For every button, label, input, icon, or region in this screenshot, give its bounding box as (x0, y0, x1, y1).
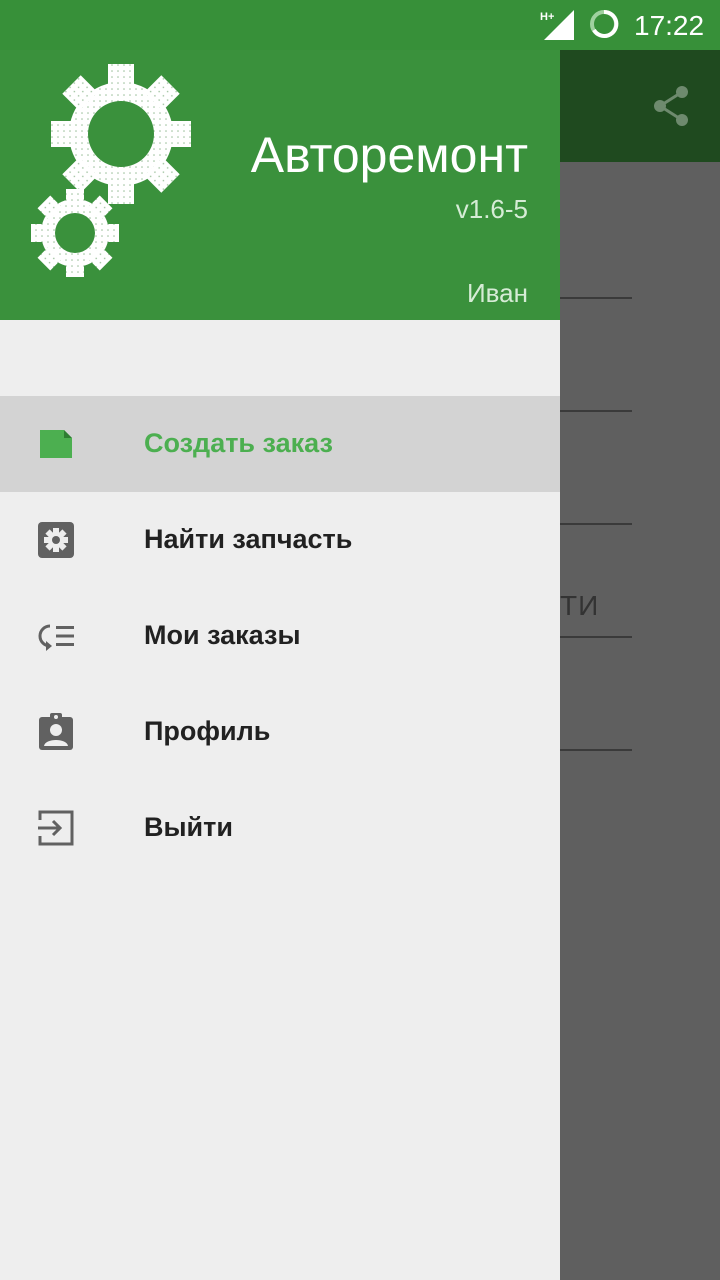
new-note-icon (40, 430, 72, 458)
background-divider (560, 410, 632, 412)
menu-item-my-orders[interactable]: Мои заказы (0, 588, 560, 684)
menu-item-label: Профиль (144, 716, 271, 746)
menu-item-find-part[interactable]: Найти запчасть (0, 492, 560, 588)
logout-icon (38, 810, 74, 846)
app-version: v1.6-5 (455, 194, 528, 224)
navigation-drawer: Авторемонт v1.6-5 Иван Создать заказ Най… (0, 0, 560, 1280)
profile-clipboard-icon (39, 713, 73, 750)
menu-item-logout[interactable]: Выйти (0, 780, 560, 876)
app-title: Авторемонт (250, 127, 528, 183)
gear-box-icon (38, 522, 74, 558)
signal-icon: H+ (540, 10, 574, 40)
menu-item-label: Создать заказ (144, 428, 333, 458)
battery-icon (590, 9, 619, 38)
menu-item-profile[interactable]: Профиль (0, 684, 560, 780)
background-divider (560, 749, 632, 751)
status-time: 17:22 (634, 10, 705, 41)
list-icon (38, 624, 74, 651)
background-divider (560, 636, 632, 638)
background-divider (560, 523, 632, 525)
gears-icon (31, 64, 191, 277)
share-icon[interactable] (652, 84, 692, 128)
background-divider (560, 297, 632, 299)
menu-item-create-order[interactable]: Создать заказ (0, 396, 560, 492)
svg-text:H+: H+ (540, 11, 554, 23)
background-partial-text: ТИ (560, 590, 600, 621)
menu-item-label: Мои заказы (144, 620, 301, 650)
menu-item-label: Выйти (144, 812, 233, 842)
menu-item-label: Найти запчасть (144, 524, 353, 554)
drawer-menu: Создать заказ Найти запчасть Мои заказы … (0, 396, 560, 876)
status-bar: H+ 17:22 (0, 0, 720, 50)
user-name: Иван (466, 278, 528, 308)
